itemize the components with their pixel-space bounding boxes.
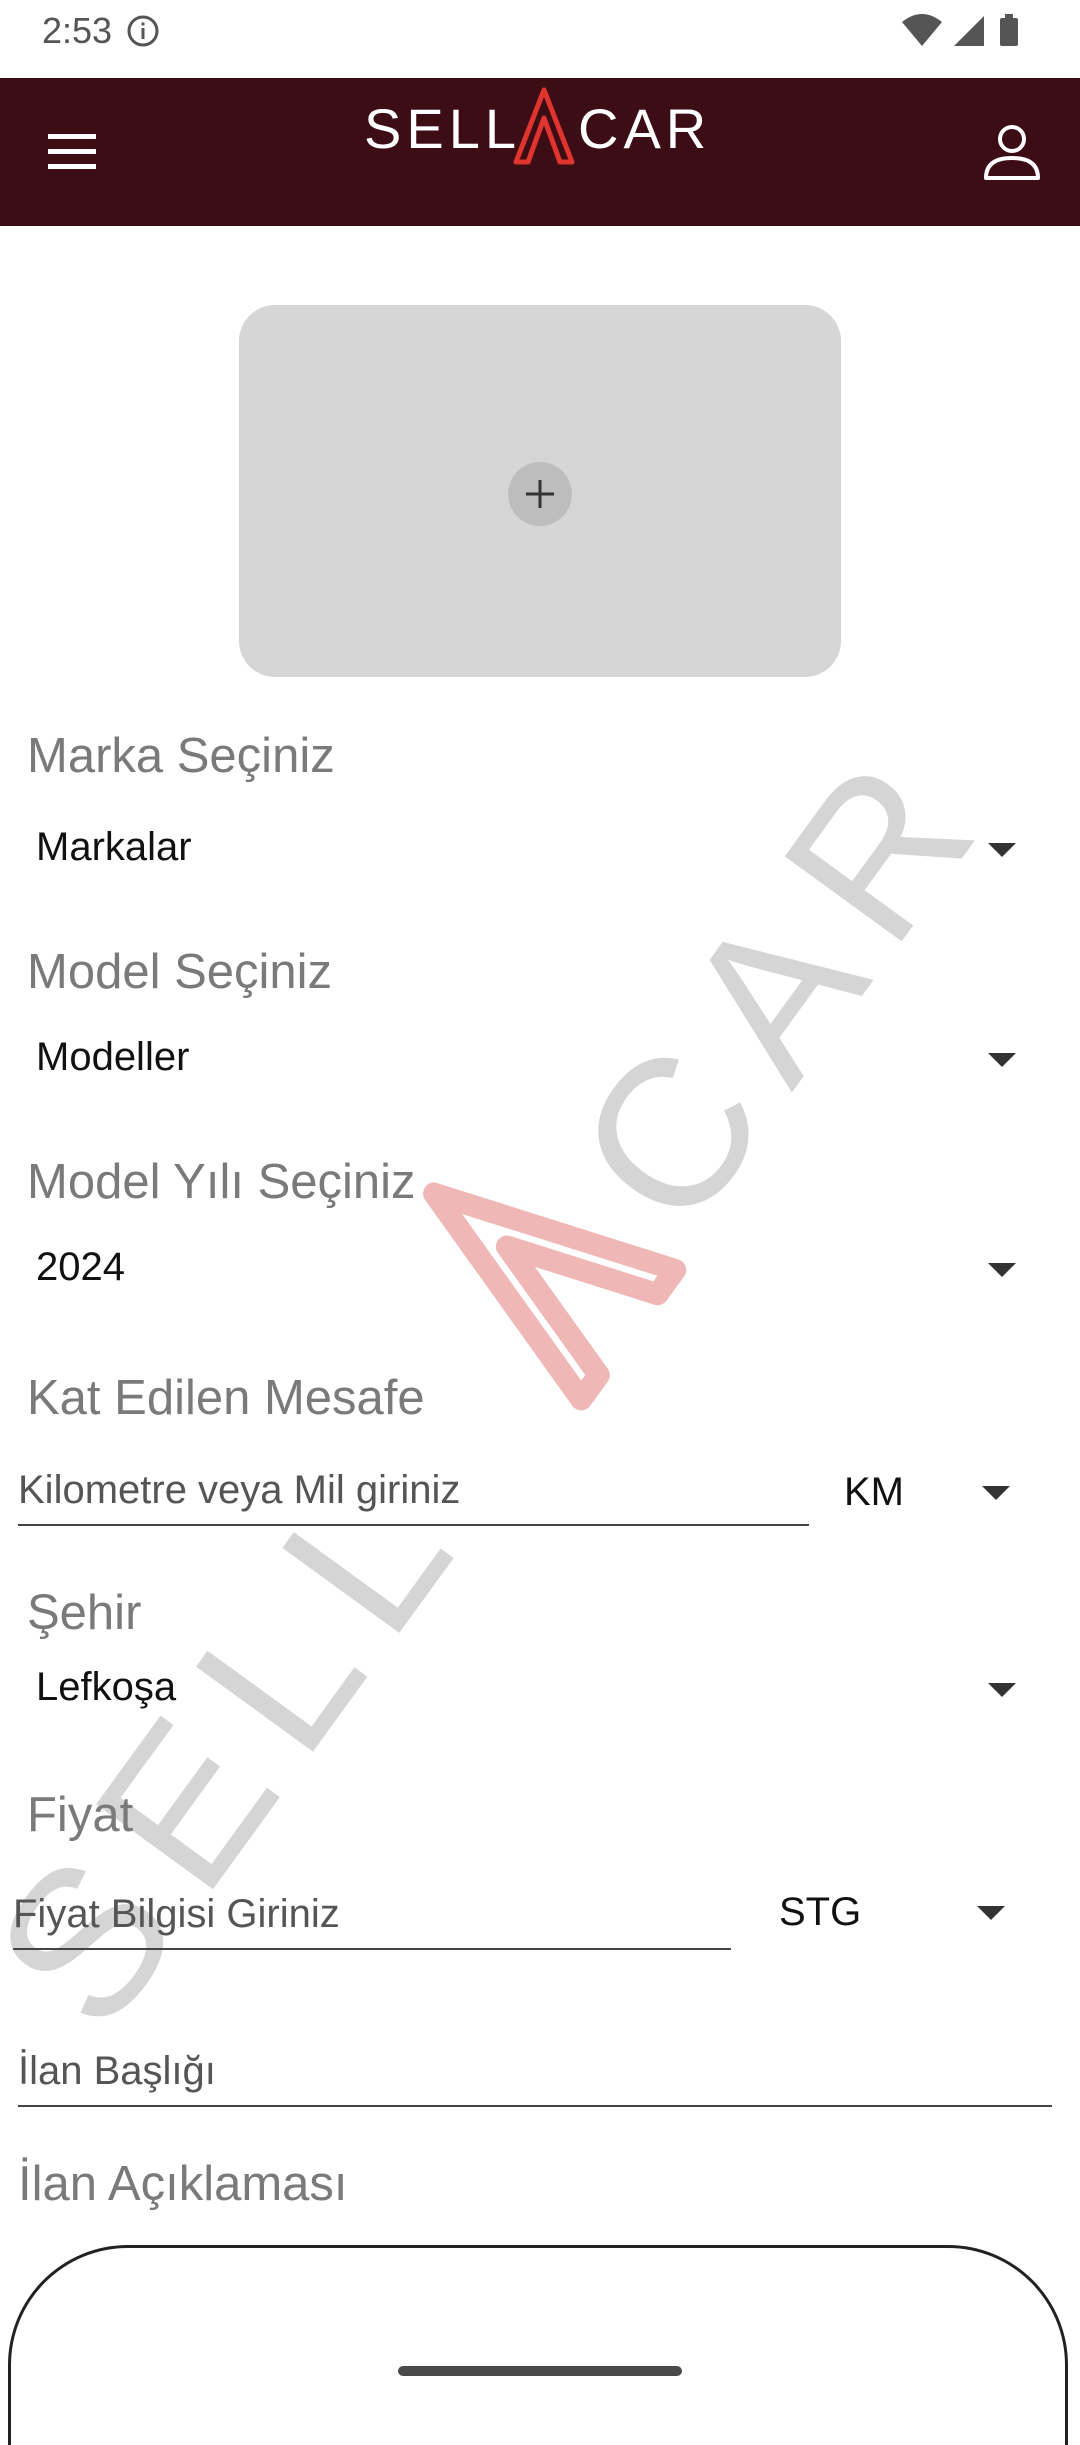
year-label: Model Yılı Seçiniz xyxy=(27,1155,416,1209)
distance-unit-dropdown[interactable]: KM xyxy=(840,1460,1030,1526)
brand-label: Marka Seçiniz xyxy=(27,729,335,783)
city-label: Şehir xyxy=(27,1586,142,1640)
plus-icon xyxy=(526,480,554,508)
info-icon xyxy=(127,15,159,47)
watermark-logo: SELL CAR xyxy=(0,697,1035,2060)
city-dropdown-value: Lefkoşa xyxy=(36,1665,177,1709)
model-dropdown-value: Modeller xyxy=(36,1035,190,1079)
account-icon[interactable] xyxy=(980,120,1044,184)
year-dropdown-value: 2024 xyxy=(36,1245,125,1289)
mileage-input-underline xyxy=(18,1524,809,1526)
system-status-icons xyxy=(902,14,1018,46)
listing-title-input[interactable] xyxy=(18,2042,1038,2100)
currency-value: STG xyxy=(779,1890,862,1934)
menu-icon[interactable] xyxy=(44,130,100,174)
logo-text-right: CAR xyxy=(578,97,711,160)
status-time: 2:53 xyxy=(42,10,113,51)
chevron-down-icon xyxy=(988,843,1016,857)
chevron-down-icon xyxy=(988,1053,1016,1067)
distance-unit-value: KM xyxy=(844,1470,904,1514)
currency-dropdown[interactable]: STG xyxy=(775,1880,1025,1946)
year-dropdown[interactable]: 2024 xyxy=(20,1235,1030,1305)
model-label: Model Seçiniz xyxy=(27,945,333,999)
brand-dropdown[interactable]: Markalar xyxy=(20,815,1030,885)
logo-text-left: SELL xyxy=(364,97,521,160)
home-indicator[interactable] xyxy=(398,2366,682,2376)
price-input[interactable] xyxy=(13,1886,713,1942)
model-dropdown[interactable]: Modeller xyxy=(20,1025,1030,1095)
mileage-input[interactable] xyxy=(18,1462,798,1518)
price-input-underline xyxy=(13,1948,731,1950)
listing-title-underline xyxy=(18,2105,1052,2107)
chevron-down-icon xyxy=(977,1906,1005,1920)
sellacar-logo: SELL CAR xyxy=(364,87,711,165)
mileage-label: Kat Edilen Mesafe xyxy=(27,1371,425,1425)
brand-dropdown-value: Markalar xyxy=(36,825,192,869)
battery-icon xyxy=(1000,14,1018,46)
city-dropdown[interactable]: Lefkoşa xyxy=(20,1655,1030,1725)
description-textarea[interactable] xyxy=(8,2245,1068,2445)
price-label: Fiyat xyxy=(27,1788,134,1842)
add-photo-button[interactable] xyxy=(508,462,572,526)
chevron-down-icon xyxy=(988,1683,1016,1697)
signal-icon xyxy=(954,16,984,46)
chevron-down-icon xyxy=(982,1486,1010,1500)
description-label: İlan Açıklaması xyxy=(18,2157,348,2211)
wifi-icon xyxy=(902,14,942,46)
chevron-down-icon xyxy=(988,1263,1016,1277)
watermark-text-right: CAR xyxy=(531,697,1035,1267)
